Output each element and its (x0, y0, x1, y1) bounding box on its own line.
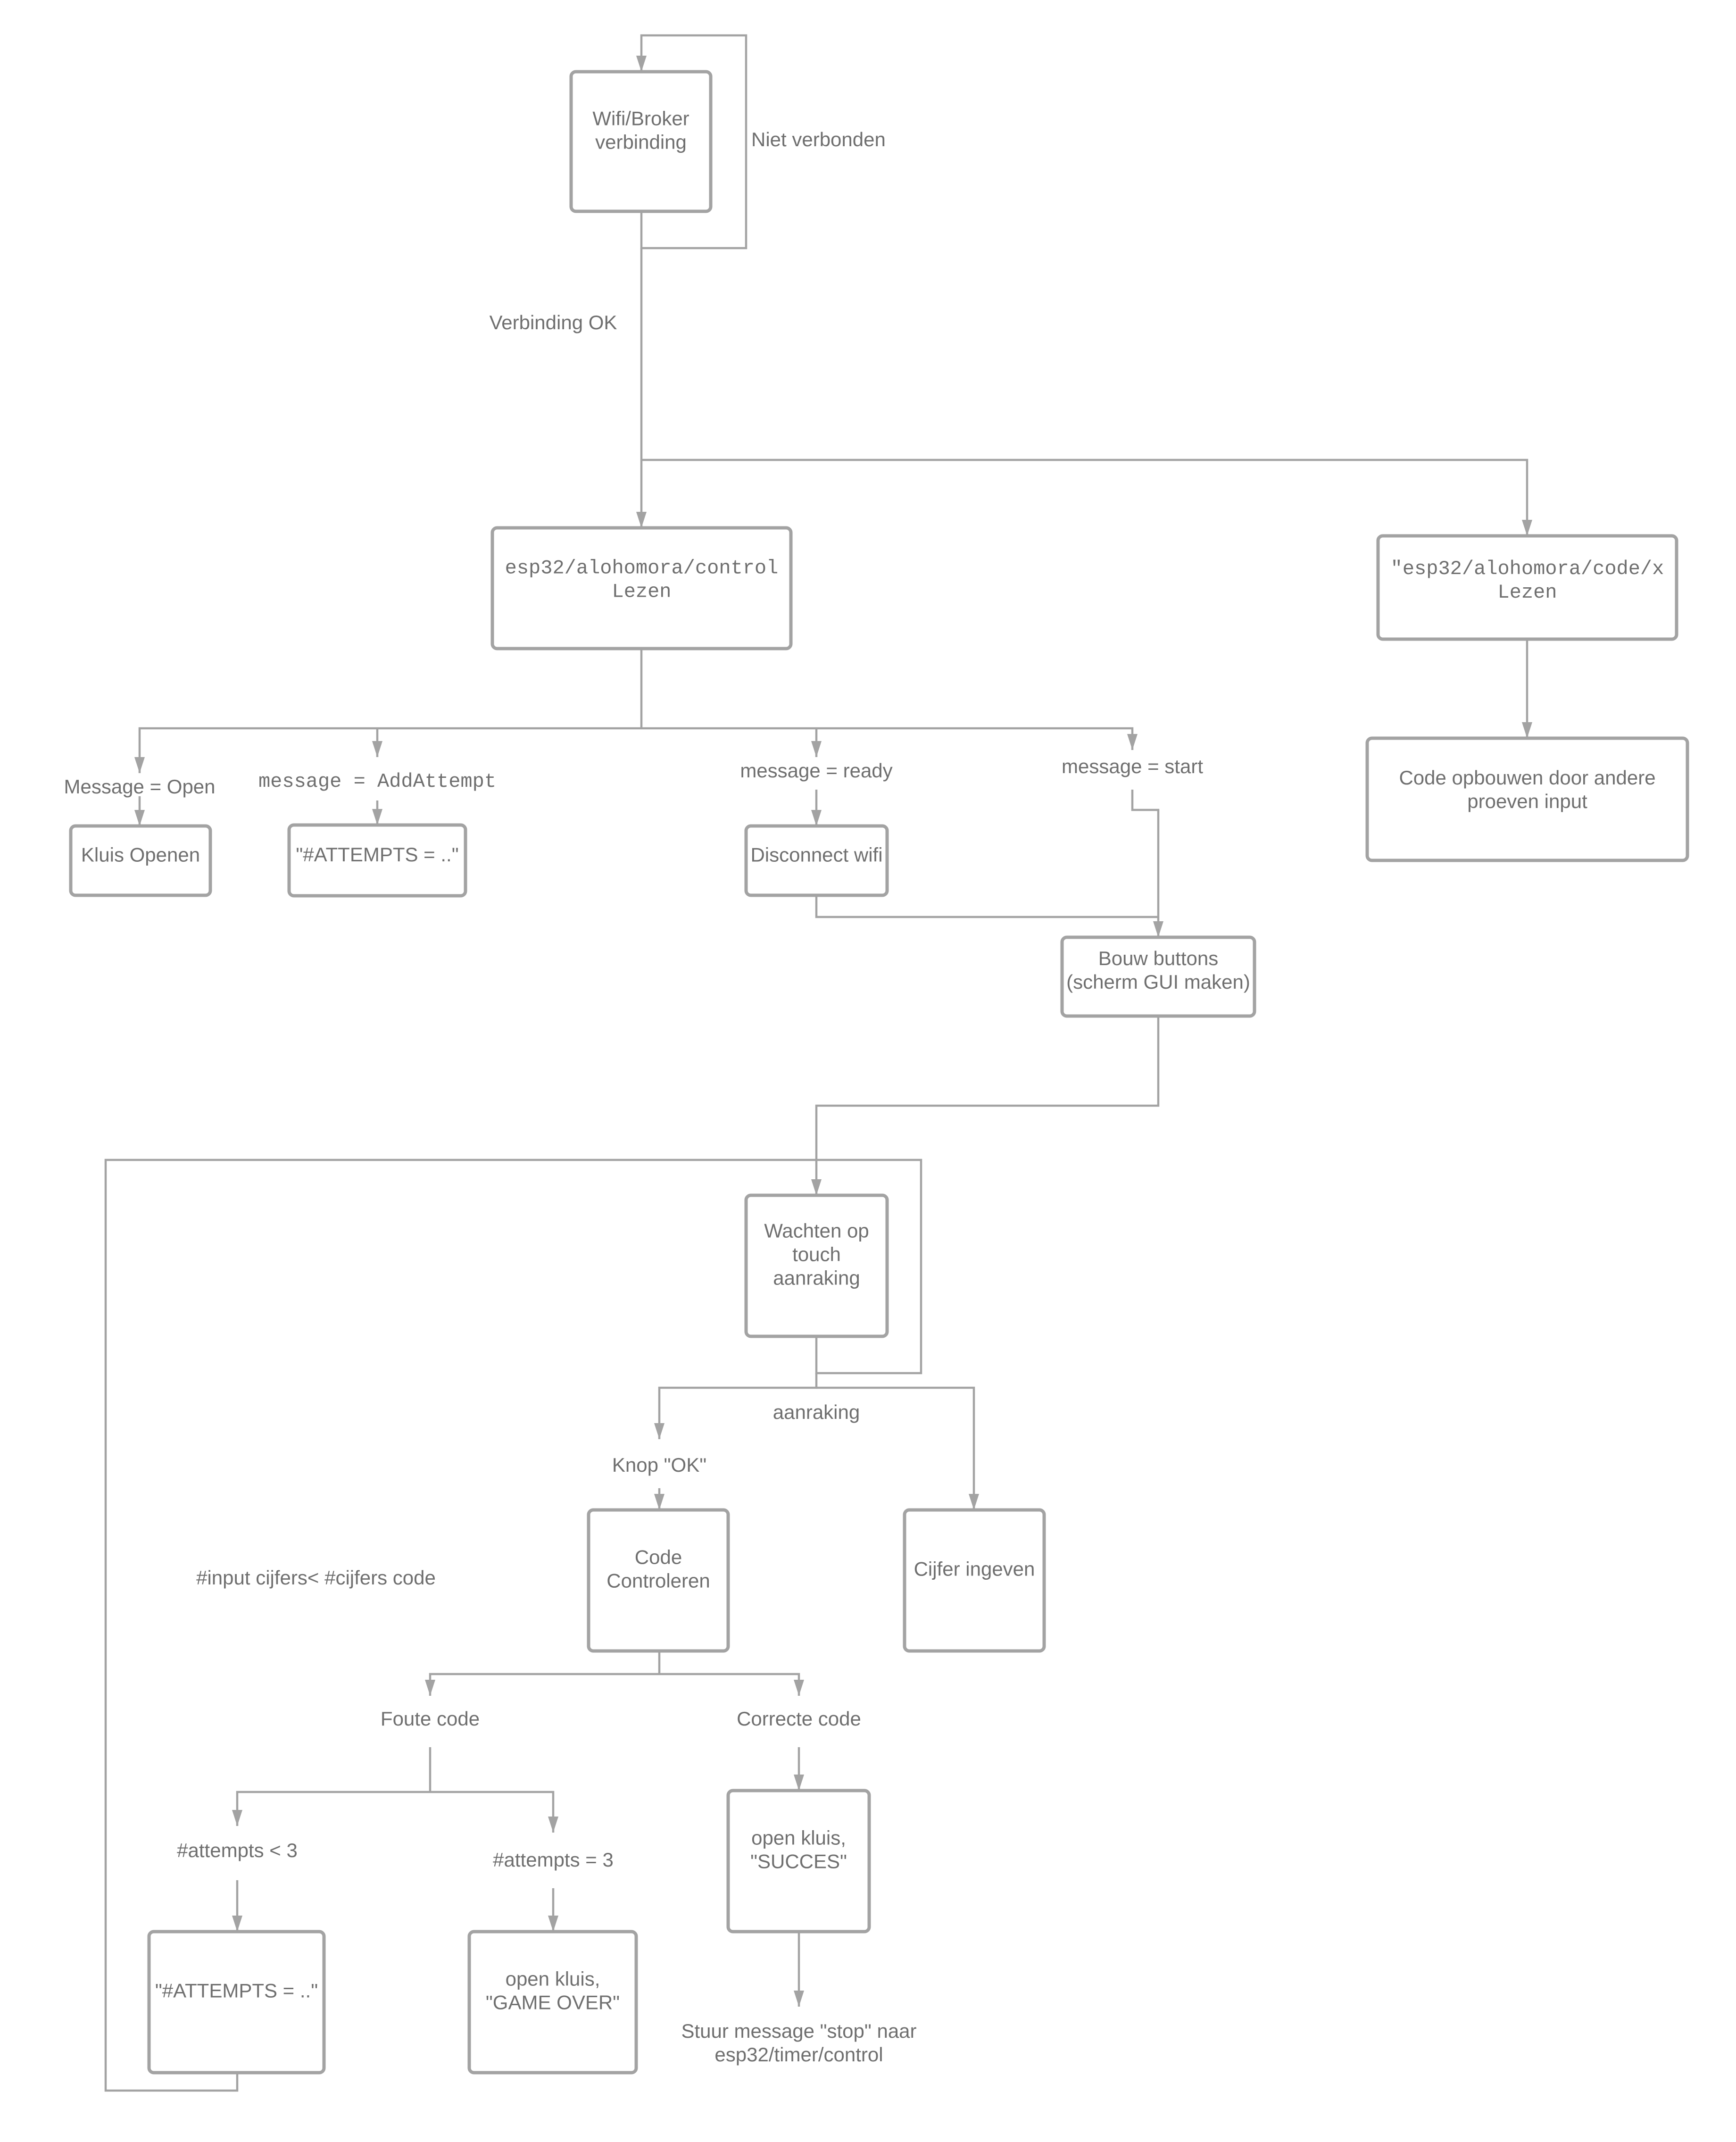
edge-label-attempts-eq3: #attempts = 3 (493, 1849, 614, 1871)
node-attempts-bottom[interactable]: "#ATTEMPTS = .." (147, 1930, 326, 2075)
node-text: aanraking (773, 1267, 860, 1289)
node-box (147, 1930, 326, 2075)
edge-label-foute-code: Foute code (381, 1708, 480, 1730)
node-wachten[interactable]: Wachten optouchaanraking (744, 1193, 889, 1338)
node-code-build[interactable]: Code opbouwen door andereproeven input (1365, 736, 1689, 862)
arrowhead-icon (811, 810, 822, 826)
edge-code-ctrl-to-correcte (659, 1673, 800, 1696)
edge-start-to-bouw (1131, 790, 1160, 937)
edge-foute-to-lt3 (236, 1791, 430, 1826)
node-text: "GAME OVER" (486, 1992, 620, 2014)
labels: Niet verbonden Verbinding OK Message = Ope… (64, 128, 1203, 2066)
arrowhead-icon (1127, 734, 1138, 750)
edge-label-attempts-lt3: #attempts < 3 (177, 1839, 298, 1861)
arrowhead-icon (134, 810, 145, 826)
node-text: Bouw buttons (1098, 947, 1219, 969)
node-cijfer[interactable]: Cijfer ingeven (903, 1508, 1046, 1653)
node-box (744, 1193, 889, 1338)
edge-label-msg-ready: message = ready (740, 759, 892, 782)
edge-label-msg-addattempt: message = AddAttempt (258, 770, 496, 793)
node-text: "SUCCES" (750, 1850, 847, 1873)
node-code-ctrl[interactable]: CodeControleren (587, 1508, 730, 1653)
node-text: Code opbouwen door andere (1399, 767, 1655, 789)
node-text: Lezen (612, 581, 671, 603)
arrowhead-icon (232, 1916, 242, 1932)
arrowhead-icon (794, 1991, 804, 2007)
edge-disconnect-to-bouw (815, 895, 1158, 918)
node-text: Wachten op (764, 1220, 869, 1242)
node-text: Code (635, 1546, 682, 1568)
edge-label-correcte-code: Correcte code (737, 1708, 861, 1730)
node-wifi[interactable]: Wifi/Brokerverbinding (569, 70, 713, 213)
arrowhead-icon (636, 512, 647, 528)
node-text: verbinding (595, 131, 687, 153)
nodes: Wifi/Brokerverbinding esp32/alohomora/con… (69, 70, 1689, 2075)
arrowhead-icon (794, 1775, 804, 1791)
edge-label-stuur-stop: esp32/timer/control (714, 2043, 883, 2066)
arrowhead-icon (794, 1680, 804, 1696)
node-control[interactable]: esp32/alohomora/controlLezen (490, 526, 793, 650)
arrowhead-icon (548, 1817, 558, 1833)
node-text: proeven input (1467, 790, 1587, 812)
node-text: "#ATTEMPTS = .." (296, 843, 458, 866)
arrowhead-icon (425, 1680, 435, 1696)
node-text: Kluis Openen (81, 844, 200, 866)
edge-label-input-cijfers: #input cijfers< #cijfers code (196, 1567, 436, 1589)
node-text: (scherm GUI maken) (1066, 971, 1250, 993)
node-text: touch (792, 1243, 841, 1266)
node-text: Lezen (1497, 581, 1557, 604)
node-text: open kluis, (506, 1968, 600, 1990)
node-attempts-top[interactable]: "#ATTEMPTS = .." (287, 823, 467, 898)
node-disconnect[interactable]: Disconnect wifi (744, 824, 889, 897)
edge-control-to-open (138, 727, 641, 773)
edge-label-niet-verbonden: Niet verbonden (751, 128, 886, 150)
arrowhead-icon (654, 1423, 664, 1439)
edge-label-stuur-stop: Stuur message "stop" naar (681, 2020, 916, 2042)
node-succes[interactable]: open kluis,"SUCCES" (726, 1789, 871, 1934)
node-text: "esp32/alohomora/code/x (1391, 558, 1664, 580)
edge-label-aanraking: aanraking (773, 1401, 860, 1423)
edge-branch-to-code-topic (641, 458, 1528, 536)
edge-label-knop-ok: Knop "OK" (612, 1454, 706, 1476)
edge-label-msg-start: message = start (1062, 755, 1203, 777)
flowchart-canvas: Wifi/Broker verbinding esp32/alohomora/con… (0, 0, 1736, 2142)
arrowhead-icon (1153, 921, 1163, 937)
arrowhead-icon (969, 1494, 979, 1510)
arrowhead-icon (1522, 520, 1532, 536)
edge-code-ctrl-to-foute (429, 1673, 659, 1696)
node-kluis-openen[interactable]: Kluis Openen (69, 824, 212, 897)
node-text: Cijfer ingeven (914, 1558, 1035, 1580)
node-game-over[interactable]: open kluis,"GAME OVER" (467, 1930, 638, 2075)
arrowhead-icon (811, 741, 822, 757)
node-text: Disconnect wifi (750, 844, 882, 866)
arrowhead-icon (232, 1810, 242, 1826)
edge-label-verbinding-ok: Verbinding OK (490, 311, 617, 333)
node-text: Controleren (606, 1570, 710, 1592)
edge-label-msg-open: Message = Open (64, 775, 215, 798)
edge-foute-to-eq3 (430, 1791, 555, 1833)
arrowhead-icon (654, 1494, 664, 1510)
edge-control-to-ready (641, 727, 1134, 750)
arrowhead-icon (636, 56, 647, 72)
node-text: open kluis, (751, 1827, 846, 1849)
flowchart: Wifi/Brokerverbinding esp32/alohomora/con… (64, 34, 1689, 2092)
arrowhead-icon (811, 1179, 822, 1195)
node-text: Wifi/Broker (592, 107, 689, 129)
node-text: "#ATTEMPTS = .." (155, 1980, 318, 2002)
arrowhead-icon (372, 809, 382, 825)
arrowhead-icon (134, 757, 145, 773)
edges (104, 34, 1532, 2092)
arrowhead-icon (372, 741, 382, 757)
node-bouw[interactable]: Bouw buttons(scherm GUI maken) (1060, 935, 1256, 1018)
arrowhead-icon (1522, 722, 1532, 738)
node-box (903, 1508, 1046, 1653)
arrowhead-icon (548, 1916, 558, 1932)
node-text: esp32/alohomora/control (505, 557, 779, 580)
node-code-topic[interactable]: "esp32/alohomora/code/xLezen (1376, 534, 1678, 641)
edge-bouw-to-wachten (815, 1016, 1160, 1195)
